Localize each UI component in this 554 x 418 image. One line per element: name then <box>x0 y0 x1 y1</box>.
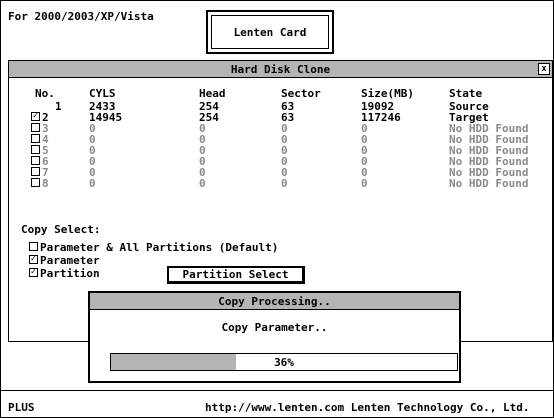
disk-row: ✓ 2 14945 254 63 117246 Target <box>9 111 552 124</box>
window-title: Hard Disk Clone <box>230 62 331 76</box>
disk-checkbox[interactable] <box>31 123 40 132</box>
disk-row: 3 0 0 0 0 No HDD Found <box>9 122 552 135</box>
disk-row: 5 0 0 0 0 No HDD Found <box>9 144 552 157</box>
disk-row: 4 0 0 0 0 No HDD Found <box>9 133 552 146</box>
disk-checkbox[interactable] <box>31 178 40 187</box>
disk-row: 1 2433 254 63 19092 Source <box>9 100 552 113</box>
disk-sector: 0 <box>281 177 288 190</box>
progress-bar: 36% <box>110 353 458 371</box>
dialog-message: Copy Parameter.. <box>221 321 328 334</box>
column-header-no: No. <box>35 87 55 100</box>
disk-state: No HDD Found <box>449 177 529 190</box>
copy-option-label: Parameter <box>40 254 100 267</box>
disk-cyls: 0 <box>89 177 96 190</box>
disk-head: 0 <box>199 177 206 190</box>
disk-checkbox[interactable]: ✓ <box>31 112 40 121</box>
copy-option-label: Parameter & All Partitions (Default) <box>40 241 279 254</box>
column-header-head: Head <box>199 87 226 100</box>
disk-row: 7 0 0 0 0 No HDD Found <box>9 166 552 179</box>
lenten-card-button[interactable]: Lenten Card <box>206 10 334 54</box>
edition-label: PLUS <box>8 401 35 414</box>
close-icon[interactable]: x <box>538 63 550 75</box>
column-header-cyls: CYLS <box>89 87 116 100</box>
progress-text: 36% <box>274 355 294 369</box>
dialog-title: Copy Processing.. <box>90 293 459 310</box>
column-header-state: State <box>449 87 483 100</box>
partition-select-button[interactable]: Partition Select <box>167 266 305 284</box>
disk-checkbox[interactable] <box>31 167 40 176</box>
disk-size: 0 <box>361 177 368 190</box>
disk-checkbox[interactable] <box>31 156 40 165</box>
disk-row: 8 0 0 0 0 No HDD Found <box>9 177 552 190</box>
copy-option-checkbox[interactable]: ✓ <box>29 255 38 264</box>
copy-option-label: Partition <box>40 267 100 280</box>
disk-row: 6 0 0 0 0 No HDD Found <box>9 155 552 168</box>
lenten-card-label: Lenten Card <box>211 15 329 49</box>
column-header-size: Size(MB) <box>361 87 414 100</box>
copy-processing-dialog: Copy Processing.. Copy Parameter.. 36% <box>88 291 461 383</box>
disk-checkbox[interactable] <box>31 134 40 143</box>
disk-checkbox[interactable] <box>31 145 40 154</box>
window-title-bar: Hard Disk Clone x <box>9 61 552 78</box>
disk-number: 8 <box>42 177 49 190</box>
company-url: http://www.lenten.com Lenten Technology … <box>205 401 530 414</box>
copy-select-label: Copy Select: <box>21 223 101 236</box>
status-bar: PLUS http://www.lenten.com Lenten Techno… <box>0 390 554 418</box>
os-support-label: For 2000/2003/XP/Vista <box>8 10 154 23</box>
column-header-sector: Sector <box>281 87 321 100</box>
copy-option-checkbox[interactable] <box>29 242 38 251</box>
copy-option-checkbox[interactable]: ✓ <box>29 268 38 277</box>
